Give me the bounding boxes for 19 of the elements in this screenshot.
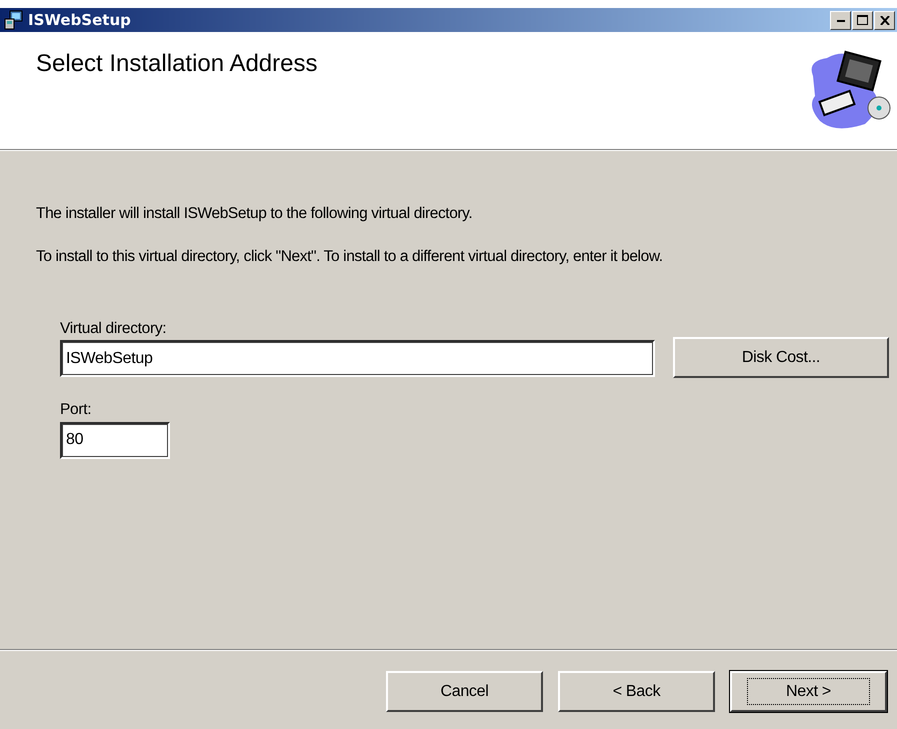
maximize-button[interactable] (852, 10, 873, 30)
dialog-button[interactable]: Next > (730, 671, 887, 712)
page-title: Select Installation Address (36, 49, 318, 79)
text-field[interactable]: ISWebSetup (60, 340, 655, 377)
setup-icon (4, 10, 24, 30)
instruction-text: To install to this virtual directory, click "Next". To install to a different virtual directory, enter it below. (36, 247, 664, 268)
disk-cost-button[interactable]: Disk Cost... (673, 337, 889, 378)
minimize-icon (836, 18, 844, 22)
minimize-button[interactable] (830, 10, 851, 30)
close-icon (880, 16, 890, 24)
dialog-button[interactable]: < Back (558, 671, 715, 712)
field-label: Virtual directory: (60, 318, 166, 338)
instruction-text: The installer will install ISWebSetup to the following virtual directory. (36, 204, 474, 224)
maximize-icon (857, 15, 868, 25)
window-title: ISWebSetup (28, 10, 131, 31)
text-field[interactable]: 80 (60, 422, 170, 458)
field-label: Port: (60, 400, 92, 420)
dialog-button[interactable]: Cancel (386, 671, 543, 712)
close-button[interactable] (874, 10, 895, 30)
